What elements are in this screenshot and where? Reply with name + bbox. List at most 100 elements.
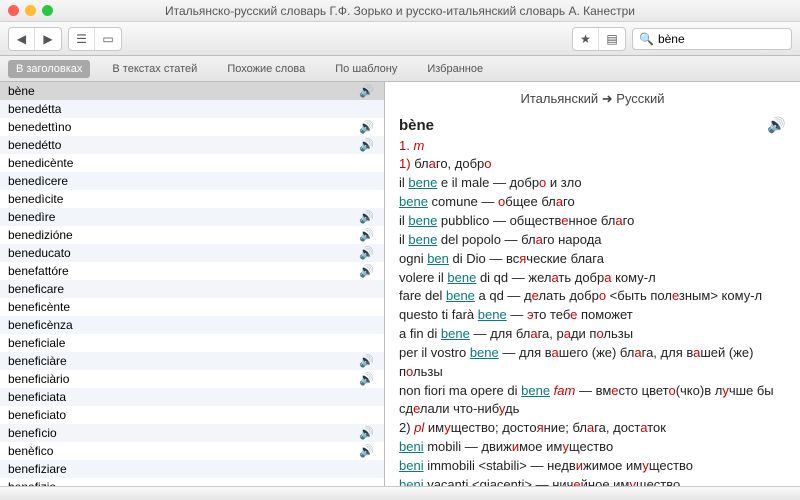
article-line: il bene pubblico — общественное благо <box>399 212 786 231</box>
xref-link[interactable]: bene <box>441 326 470 341</box>
list-item[interactable]: bène🔊 <box>0 82 384 100</box>
article-line: beni vacanti <giacenti> — ничейное имуще… <box>399 476 786 486</box>
list-item[interactable]: benefiziare <box>0 460 384 478</box>
audio-icon[interactable]: 🔊 <box>359 138 374 152</box>
tab-В-текстах-статей[interactable]: В текстах статей <box>104 60 205 78</box>
list-item-word: benefiziare <box>8 462 67 476</box>
list-item[interactable]: beneficiata <box>0 388 384 406</box>
back-button[interactable]: ◀ <box>9 28 35 50</box>
list-item[interactable]: benedìcite <box>0 190 384 208</box>
audio-icon[interactable]: 🔊 <box>359 210 374 224</box>
audio-icon[interactable]: 🔊 <box>359 264 374 278</box>
xref-link[interactable]: bene <box>446 288 475 303</box>
forward-button[interactable]: ▶ <box>35 28 61 50</box>
xref-link[interactable]: bene <box>399 194 428 209</box>
audio-icon[interactable]: 🔊 <box>359 444 374 458</box>
definition-1: 1) благо, добро <box>399 155 786 174</box>
list-item-word: beneducato <box>8 246 71 260</box>
view-button[interactable]: ▭ <box>95 28 121 50</box>
list-item-word: benedìcere <box>8 174 68 188</box>
list-item[interactable]: benedétta <box>0 100 384 118</box>
article-line: volere il bene di qd — желать добра кому… <box>399 269 786 288</box>
tab-В-заголовках[interactable]: В заголовках <box>8 60 90 78</box>
dictionaries-button[interactable]: ☰ <box>69 28 95 50</box>
article-line: beni mobili — движимое имущество <box>399 438 786 457</box>
xref-link[interactable]: bene <box>408 175 437 190</box>
window-controls <box>8 5 53 16</box>
audio-icon[interactable]: 🔊 <box>359 354 374 368</box>
history-button[interactable]: ▤ <box>599 28 625 50</box>
article-line: per il vostro bene — для вашего (же) бла… <box>399 344 786 382</box>
xref-link[interactable]: bene <box>408 213 437 228</box>
list-item[interactable]: benedizióne 🔊 <box>0 226 384 244</box>
list-item[interactable]: beneficènza <box>0 316 384 334</box>
pronounce-icon[interactable]: 🔊 <box>767 115 786 137</box>
list-item[interactable]: benedìre🔊 <box>0 208 384 226</box>
list-item[interactable]: benedettìno🔊 <box>0 118 384 136</box>
favorite-button[interactable]: ★ <box>573 28 599 50</box>
list-item[interactable]: benefìcio 🔊 <box>0 424 384 442</box>
list-item-word: beneficiata <box>8 390 66 404</box>
audio-icon[interactable]: 🔊 <box>359 372 374 386</box>
list-item[interactable]: benèfico 🔊 <box>0 442 384 460</box>
audio-icon[interactable]: 🔊 <box>359 426 374 440</box>
statusbar <box>0 486 800 500</box>
xref-link[interactable]: ben <box>427 251 449 266</box>
list-item[interactable]: benedicènte <box>0 154 384 172</box>
article-line: beni immobili <stabili> — недвижимое иму… <box>399 457 786 476</box>
search-input[interactable] <box>658 32 800 46</box>
xref-link[interactable]: bene <box>470 345 499 360</box>
list-item[interactable]: benefattóre🔊 <box>0 262 384 280</box>
list-item[interactable]: beneducato 🔊 <box>0 244 384 262</box>
list-item[interactable]: benedìcere <box>0 172 384 190</box>
minimize-icon[interactable] <box>25 5 36 16</box>
search-icon: 🔍 <box>639 32 654 46</box>
word-list[interactable]: bène🔊 benedétta benedettìno🔊benedétto🔊 bene… <box>0 82 385 486</box>
audio-icon[interactable]: 🔊 <box>359 246 374 260</box>
list-item[interactable]: benefizio <box>0 478 384 486</box>
list-item-word: beneficiato <box>8 408 66 422</box>
toolbar: ◀ ▶ ☰ ▭ ★ ▤ 🔍 ✕ <box>0 22 800 56</box>
list-item-word: benèfico <box>8 444 53 458</box>
xref-link[interactable]: bene <box>408 232 437 247</box>
titlebar: Итальянско-русский словарь Г.Ф. Зорько и… <box>0 0 800 22</box>
search-box[interactable]: 🔍 ✕ <box>632 28 792 50</box>
list-item-word: beneficare <box>8 282 64 296</box>
article-line: bene comune — общее благо <box>399 193 786 212</box>
xref-link[interactable]: bene <box>447 270 476 285</box>
list-item-word: benefìcio <box>8 426 57 440</box>
article-line: il bene del popolo — благо народа <box>399 231 786 250</box>
xref-link[interactable]: beni <box>399 477 424 486</box>
xref-link[interactable]: bene <box>521 383 550 398</box>
audio-icon[interactable]: 🔊 <box>359 228 374 242</box>
list-item[interactable]: beneficare <box>0 280 384 298</box>
list-item[interactable]: beneficiàre🔊 <box>0 352 384 370</box>
tab-Похожие-слова[interactable]: Похожие слова <box>219 60 313 78</box>
list-item[interactable]: benedétto🔊 <box>0 136 384 154</box>
article-pane[interactable]: Итальянский ➜ Русский bène 🔊 1. m 1) бла… <box>385 82 800 486</box>
list-item-word: benefizio <box>8 480 56 486</box>
list-item[interactable]: beneficiàrio🔊 <box>0 370 384 388</box>
tab-Избранное[interactable]: Избранное <box>419 60 491 78</box>
article-line: ogni ben di Dio — всяческие блага <box>399 250 786 269</box>
list-item-word: benedizióne <box>8 228 73 242</box>
list-item[interactable]: beneficènte <box>0 298 384 316</box>
list-item[interactable]: beneficiato <box>0 406 384 424</box>
tab-По-шаблону[interactable]: По шаблону <box>327 60 405 78</box>
xref-link[interactable]: beni <box>399 458 424 473</box>
zoom-icon[interactable] <box>42 5 53 16</box>
list-item-word: benedétta <box>8 102 61 116</box>
language-direction: Итальянский ➜ Русский <box>399 86 786 115</box>
list-item[interactable]: beneficiale <box>0 334 384 352</box>
part-of-speech: m <box>413 138 424 153</box>
article-line: non fiori ma opere di bene fam — вместо … <box>399 382 786 420</box>
article-line: fare del bene a qd — делать добро <быть … <box>399 287 786 306</box>
article-line: a fin di bene — для блага, ради пользы <box>399 325 786 344</box>
xref-link[interactable]: bene <box>478 307 507 322</box>
article-line: il bene e il male — добро и зло <box>399 174 786 193</box>
close-icon[interactable] <box>8 5 19 16</box>
list-item-word: benedicènte <box>8 156 73 170</box>
xref-link[interactable]: beni <box>399 439 424 454</box>
audio-icon[interactable]: 🔊 <box>359 120 374 134</box>
audio-icon[interactable]: 🔊 <box>359 84 374 98</box>
